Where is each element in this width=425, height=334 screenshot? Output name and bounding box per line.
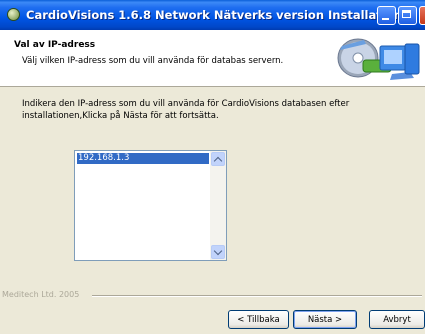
vertical-scrollbar[interactable] xyxy=(210,151,226,260)
ip-address-listbox[interactable]: 192.168.1.3 xyxy=(74,150,227,261)
title-bar[interactable]: CardioVisions 1.6.8 Network Nätverks ver… xyxy=(0,0,425,30)
wizard-header: Val av IP-adress Välj vilken IP-adress s… xyxy=(0,30,425,87)
app-icon xyxy=(7,8,20,21)
footer-divider xyxy=(92,295,422,297)
page-title: Val av IP-adress xyxy=(14,40,96,50)
ip-list-item-selected[interactable]: 192.168.1.3 xyxy=(77,153,209,164)
scroll-up-icon[interactable] xyxy=(211,152,225,166)
instructions-text: Indikera den IP-adress som du vill använ… xyxy=(22,99,350,121)
close-button[interactable] xyxy=(419,6,425,25)
window-title: CardioVisions 1.6.8 Network Nätverks ver… xyxy=(26,8,402,22)
page-subtitle: Välj vilken IP-adress som du vill använd… xyxy=(22,56,284,66)
maximize-button[interactable] xyxy=(398,6,417,25)
back-button[interactable]: < Tillbaka xyxy=(228,310,289,329)
scroll-down-icon[interactable] xyxy=(211,245,225,259)
cancel-button[interactable]: Avbryt xyxy=(369,310,425,329)
next-button[interactable]: Nästa > xyxy=(293,310,357,329)
brand-label: Meditech Ltd. 2005 xyxy=(2,290,80,299)
minimize-button[interactable] xyxy=(377,6,396,25)
installer-icon xyxy=(337,38,420,80)
